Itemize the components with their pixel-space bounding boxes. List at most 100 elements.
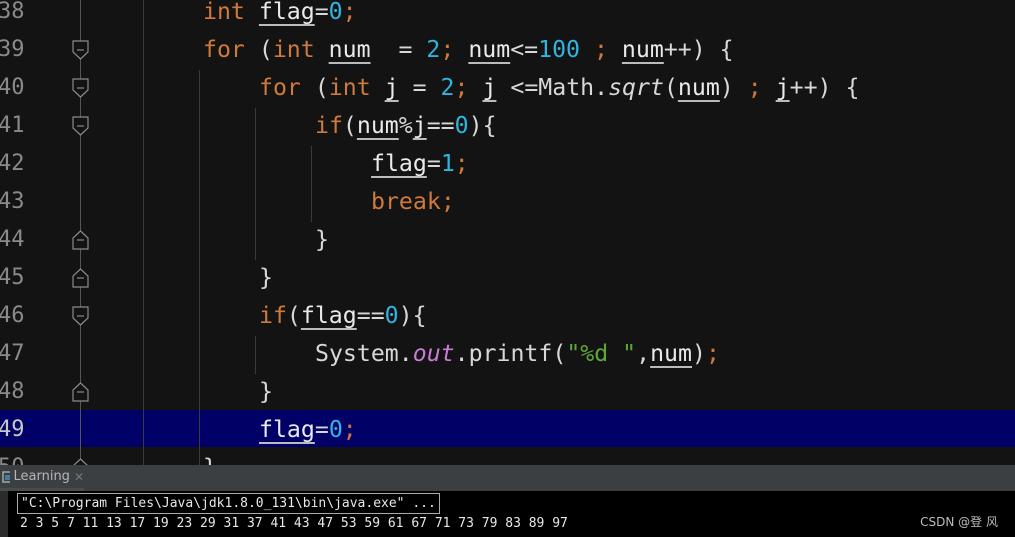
console-output[interactable]: "C:\Program Files\Java\jdk1.8.0_131\bin\…: [0, 491, 1015, 537]
code-token: if: [315, 112, 343, 139]
code-line[interactable]: break;: [371, 183, 455, 221]
code-token: 2: [426, 36, 441, 63]
console-program-output: 2 3 5 7 11 13 17 19 23 29 31 37 41 43 47…: [20, 516, 568, 531]
code-token: ;: [593, 36, 608, 63]
line-number: 44: [0, 227, 25, 252]
code-token: ){: [468, 112, 497, 139]
code-token: 2: [440, 74, 455, 101]
code-token: ;: [705, 340, 720, 367]
fold-end-icon[interactable]: [72, 230, 89, 250]
fold-end-icon[interactable]: [72, 382, 89, 402]
code-token: ,: [636, 340, 651, 367]
code-line[interactable]: }: [259, 373, 273, 411]
code-token: 0: [328, 416, 343, 443]
code-token: sqrt: [608, 74, 664, 101]
code-token: flag: [300, 302, 357, 329]
code-token: "%d ": [566, 340, 637, 367]
code-token: flag: [259, 416, 315, 443]
code-token: ;: [454, 150, 469, 177]
code-token: ;: [342, 0, 357, 25]
code-token: 100: [538, 36, 581, 63]
close-icon[interactable]: ✕: [74, 470, 84, 484]
code-token: 0: [454, 112, 469, 139]
code-token: num: [621, 36, 664, 63]
code-token: num: [677, 74, 720, 101]
fold-end-icon[interactable]: [72, 268, 89, 288]
code-line[interactable]: }: [315, 221, 329, 259]
code-token: j: [482, 74, 497, 101]
code-line[interactable]: for (int j = 2; j <=Math.sqrt(num) ; j++…: [259, 69, 859, 107]
code-token: 0: [384, 302, 399, 329]
code-token: (: [663, 74, 678, 101]
code-token: System.: [315, 340, 413, 367]
code-token: }: [259, 378, 273, 405]
code-token: ;: [454, 74, 469, 101]
code-token: ++) {: [663, 36, 734, 63]
code-token: ++) {: [789, 74, 860, 101]
code-line[interactable]: if(flag==0){: [259, 297, 427, 335]
fold-collapse-icon[interactable]: [72, 78, 89, 98]
code-token: num: [328, 36, 371, 63]
line-number: 48: [0, 379, 25, 404]
line-number: 39: [0, 37, 25, 62]
console-toolbar-strip: [0, 491, 8, 537]
code-token: ;: [440, 188, 455, 215]
code-line[interactable]: System.out.printf("%d ",num);: [315, 335, 720, 373]
code-token: flag: [371, 150, 427, 177]
indent-guide: [199, 70, 200, 465]
line-number: 42: [0, 151, 25, 176]
code-token: (: [300, 74, 329, 101]
code-editor[interactable]: 38 int flag=0; 39 for (int num = 2; num<=10…: [0, 0, 1015, 465]
current-line-highlight: [0, 410, 1015, 447]
code-token: }: [203, 454, 217, 465]
code-token: num: [650, 340, 692, 367]
run-tab[interactable]: Learning ✕: [0, 465, 84, 491]
line-number: 46: [0, 303, 25, 328]
code-token: ): [691, 340, 706, 367]
code-token: break: [371, 188, 441, 215]
code-token: j: [775, 74, 790, 101]
code-line[interactable]: if(num%j==0){: [315, 107, 497, 145]
fold-collapse-icon[interactable]: [72, 306, 89, 326]
code-token: ){: [398, 302, 427, 329]
code-token: ==: [356, 302, 385, 329]
console-command-line[interactable]: "C:\Program Files\Java\jdk1.8.0_131\bin\…: [17, 493, 440, 514]
code-token: <=: [510, 36, 539, 63]
code-token: =: [398, 74, 441, 101]
code-token: num: [356, 112, 399, 139]
code-token: =: [370, 36, 427, 63]
code-line[interactable]: flag=1;: [371, 145, 469, 183]
code-line[interactable]: int flag=0;: [203, 0, 357, 31]
fold-end-icon[interactable]: [72, 458, 89, 465]
code-token: 1: [440, 150, 455, 177]
line-number: 43: [0, 189, 25, 214]
code-token: }: [315, 226, 329, 253]
code-token: ;: [440, 36, 455, 63]
code-line[interactable]: }: [259, 259, 273, 297]
run-panel-header: Learning ✕: [0, 465, 1015, 491]
line-number: 41: [0, 113, 25, 138]
code-line[interactable]: for (int num = 2; num<=100 ; num++) {: [203, 31, 734, 69]
code-line[interactable]: }: [203, 449, 217, 465]
code-line[interactable]: flag=0;: [259, 411, 357, 449]
fold-collapse-icon[interactable]: [72, 40, 89, 60]
indent-guide: [311, 146, 312, 222]
code-token: ): [719, 74, 734, 101]
code-token: j: [412, 112, 427, 139]
fold-collapse-icon[interactable]: [72, 116, 89, 136]
console-icon: [2, 470, 10, 483]
code-token: int: [203, 0, 245, 25]
code-token: .printf(: [454, 340, 567, 367]
code-token: }: [259, 264, 273, 291]
line-number: 50: [0, 449, 58, 465]
code-token: flag: [258, 0, 315, 25]
